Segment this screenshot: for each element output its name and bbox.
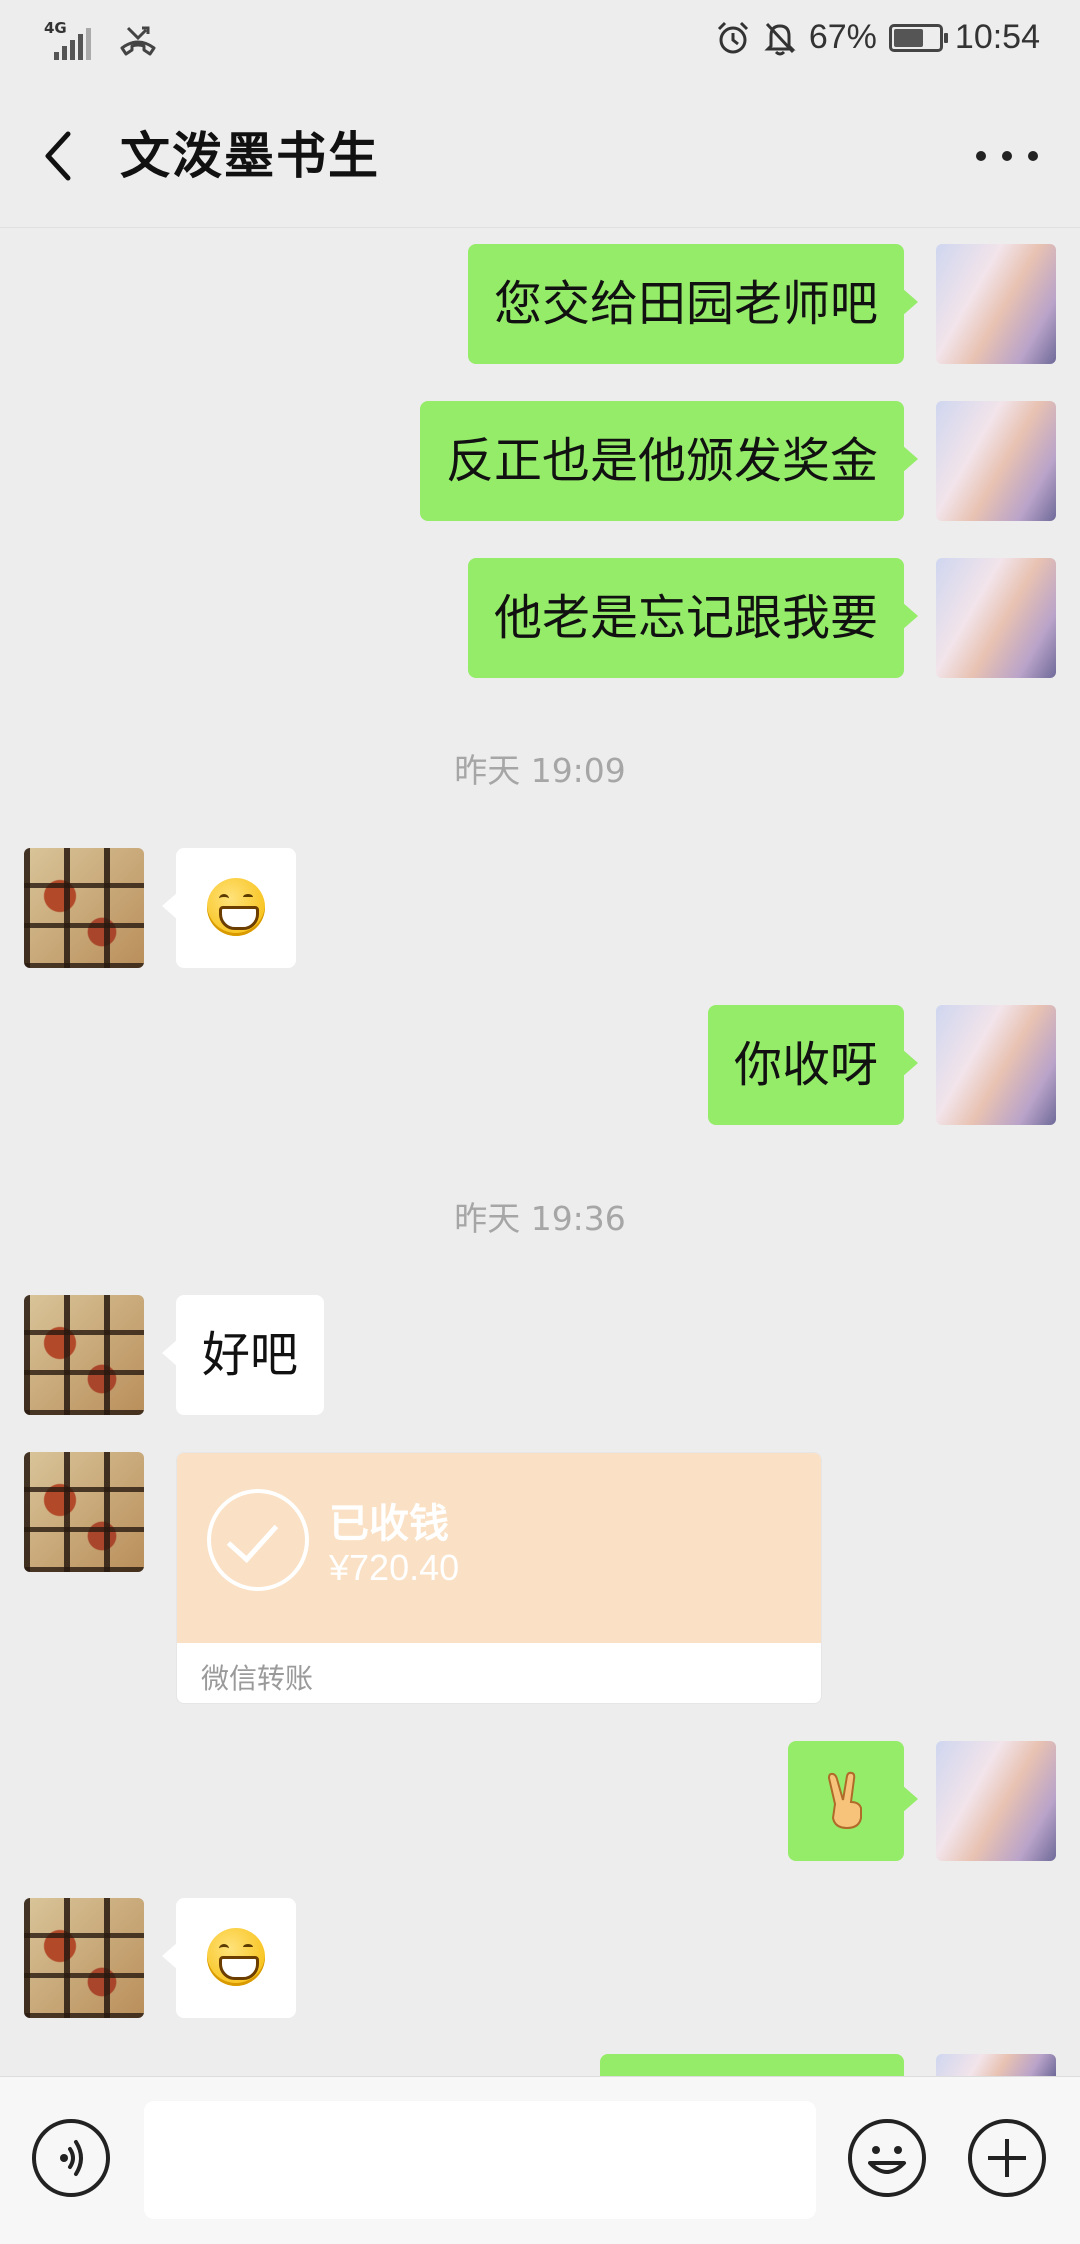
- my-avatar[interactable]: [936, 244, 1056, 364]
- my-message-bubble[interactable]: [600, 2054, 904, 2076]
- chat-header: 文泼墨书生: [0, 84, 1080, 228]
- my-message-bubble[interactable]: 他老是忘记跟我要: [467, 558, 919, 678]
- message-row: 好吧: [0, 1295, 1080, 1415]
- emoji-icon[interactable]: [848, 2119, 926, 2197]
- message-row: 你收呀: [0, 1005, 1080, 1125]
- signal-icon: 4G: [44, 20, 100, 62]
- voice-icon[interactable]: [32, 2119, 110, 2197]
- friend-message-bubble[interactable]: 好吧: [161, 1295, 325, 1415]
- message-text: 好吧: [202, 1327, 299, 1383]
- message-text: 他老是忘记跟我要: [493, 590, 878, 646]
- my-message-bubble[interactable]: 您交给田园老师吧: [467, 244, 919, 364]
- transfer-status: 已收钱: [329, 1501, 449, 1547]
- transfer-label: 微信转账: [201, 1662, 314, 1695]
- friend-avatar[interactable]: [24, 1898, 144, 2018]
- message-row: [0, 848, 1080, 968]
- my-message-bubble[interactable]: [788, 1741, 918, 1861]
- plus-icon[interactable]: [968, 2119, 1046, 2197]
- message-text: 您交给田园老师吧: [493, 276, 878, 332]
- my-avatar[interactable]: [936, 1741, 1056, 1861]
- more-dots-icon[interactable]: [976, 142, 1038, 170]
- friend-avatar[interactable]: [24, 848, 144, 968]
- timestamp: 昨天 19:09: [454, 751, 626, 790]
- message-row: [0, 1898, 1080, 2018]
- message-input[interactable]: [144, 2101, 816, 2219]
- grin-emoji-icon: [207, 878, 265, 936]
- my-avatar[interactable]: [936, 401, 1056, 521]
- message-row: 反正也是他颁发奖金: [0, 401, 1080, 521]
- my-avatar[interactable]: [936, 2054, 1056, 2076]
- check-circle-icon: [207, 1489, 309, 1591]
- my-message-bubble[interactable]: 反正也是他颁发奖金: [419, 401, 919, 521]
- transfer-card[interactable]: 已收钱 ¥720.40 微信转账: [176, 1452, 822, 1704]
- my-avatar[interactable]: [936, 1005, 1056, 1125]
- message-text: 你收呀: [733, 1037, 878, 1093]
- battery-icon: [888, 23, 948, 52]
- victory-hand-icon: [827, 1771, 862, 1830]
- missed-call-icon: [120, 26, 156, 56]
- message-row: [0, 1741, 1080, 1861]
- friend-message-bubble[interactable]: [162, 1898, 296, 2018]
- chevron-left-icon[interactable]: [38, 126, 82, 186]
- transfer-amount: ¥720.40: [329, 1547, 460, 1588]
- timestamp: 昨天 19:36: [454, 1199, 626, 1238]
- status-bar: 4G 67% 10:54: [0, 0, 1080, 84]
- clock: 10:54: [954, 18, 1040, 56]
- alarm-icon: [717, 21, 748, 53]
- message-row: 您交给田园老师吧: [0, 244, 1080, 364]
- friend-avatar[interactable]: [24, 1295, 144, 1415]
- battery-percent: 67%: [808, 18, 877, 56]
- grin-emoji-icon: [207, 1928, 265, 1986]
- input-bar: [0, 2076, 1080, 2244]
- friend-message-bubble[interactable]: [162, 848, 296, 968]
- mute-bell-icon: [764, 22, 796, 55]
- friend-avatar[interactable]: [24, 1452, 144, 1572]
- chat-title: 文泼墨书生: [120, 127, 380, 185]
- my-avatar[interactable]: [936, 558, 1056, 678]
- my-message-bubble[interactable]: 你收呀: [707, 1005, 919, 1125]
- message-row: 他老是忘记跟我要: [0, 558, 1080, 678]
- message-text: 反正也是他颁发奖金: [445, 433, 878, 489]
